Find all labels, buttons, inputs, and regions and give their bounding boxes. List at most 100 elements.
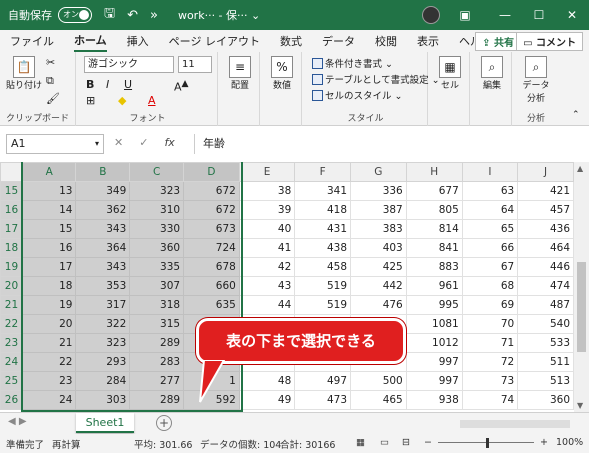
- cell[interactable]: 464: [517, 238, 574, 258]
- tab-file[interactable]: ファイル: [10, 31, 54, 51]
- cell-styles-button[interactable]: セルのスタイル ⌄: [312, 88, 403, 102]
- tab-view[interactable]: 表示: [417, 31, 439, 51]
- cell[interactable]: 13: [21, 181, 77, 201]
- cell[interactable]: 457: [517, 200, 574, 220]
- tab-formulas[interactable]: 数式: [280, 31, 302, 51]
- sheet-nav-icon[interactable]: ◀ ▶: [8, 416, 27, 427]
- cell[interactable]: 341: [294, 181, 351, 201]
- select-all-corner[interactable]: [0, 162, 23, 182]
- add-sheet-button[interactable]: +: [156, 415, 172, 431]
- cell[interactable]: 841: [405, 238, 463, 258]
- data-analysis-button[interactable]: ⌕ データ分析: [520, 56, 552, 104]
- name-box-dropdown-icon[interactable]: ▾: [95, 135, 99, 153]
- tab-data[interactable]: データ: [322, 31, 355, 51]
- scroll-up-icon[interactable]: ▲: [577, 164, 583, 173]
- cell[interactable]: 487: [517, 295, 574, 315]
- tab-insert[interactable]: 挿入: [127, 31, 149, 51]
- normal-view-icon[interactable]: ▦: [356, 437, 365, 448]
- cell[interactable]: 473: [294, 390, 351, 410]
- cell[interactable]: 660: [183, 276, 240, 296]
- scroll-down-icon[interactable]: ▼: [577, 401, 583, 410]
- name-box[interactable]: A1 ▾: [6, 134, 104, 154]
- cell[interactable]: 497: [294, 371, 351, 391]
- cell[interactable]: 71: [461, 333, 519, 353]
- font-grow-icon[interactable]: A▲: [174, 78, 189, 94]
- cell[interactable]: 500: [350, 371, 407, 391]
- cell[interactable]: 74: [461, 390, 519, 410]
- cell[interactable]: 19: [21, 295, 77, 315]
- copy-icon[interactable]: ⧉: [46, 74, 54, 88]
- column-header[interactable]: H: [405, 162, 463, 182]
- tab-home[interactable]: ホーム: [74, 30, 107, 52]
- cell[interactable]: 39: [238, 200, 296, 220]
- cell[interactable]: 938: [405, 390, 463, 410]
- row-header[interactable]: 24: [0, 352, 23, 372]
- document-title[interactable]: work··· - 保··· ⌄: [178, 7, 260, 23]
- cell[interactable]: 343: [75, 257, 131, 277]
- more-commands-icon[interactable]: »: [150, 8, 158, 23]
- row-header[interactable]: 23: [0, 333, 23, 353]
- tab-page-layout[interactable]: ページ レイアウト: [169, 31, 260, 51]
- cell[interactable]: 44: [238, 295, 296, 315]
- maximize-button[interactable]: ☐: [524, 0, 554, 30]
- minimize-button[interactable]: —: [490, 0, 520, 30]
- vertical-scrollbar[interactable]: ▲ ▼: [574, 162, 589, 412]
- cell[interactable]: 322: [75, 314, 131, 334]
- cell[interactable]: 364: [75, 238, 131, 258]
- cell[interactable]: 323: [75, 333, 131, 353]
- zoom-out-icon[interactable]: −: [424, 437, 432, 448]
- cell[interactable]: 293: [75, 352, 131, 372]
- column-header[interactable]: F: [294, 162, 351, 182]
- cell[interactable]: 330: [129, 219, 185, 239]
- cell[interactable]: 315: [129, 314, 185, 334]
- cell[interactable]: 474: [517, 276, 574, 296]
- row-header[interactable]: 20: [0, 276, 23, 296]
- cell[interactable]: 289: [129, 333, 185, 353]
- cell[interactable]: 1012: [405, 333, 463, 353]
- cell[interactable]: 1081: [405, 314, 463, 334]
- row-header[interactable]: 19: [0, 257, 23, 277]
- cell[interactable]: 360: [129, 238, 185, 258]
- cell[interactable]: 14: [21, 200, 77, 220]
- cell[interactable]: 318: [129, 295, 185, 315]
- cell[interactable]: 66: [461, 238, 519, 258]
- cell[interactable]: 961: [405, 276, 463, 296]
- cell[interactable]: 277: [129, 371, 185, 391]
- cell[interactable]: 425: [350, 257, 407, 277]
- cell[interactable]: 519: [294, 276, 351, 296]
- zoom-in-icon[interactable]: +: [540, 437, 548, 448]
- cell[interactable]: 362: [75, 200, 131, 220]
- cell[interactable]: 283: [129, 352, 185, 372]
- cancel-icon[interactable]: ✕: [114, 136, 123, 149]
- column-header[interactable]: C: [129, 162, 185, 182]
- font-name-select[interactable]: 游ゴシック: [84, 56, 174, 73]
- row-header[interactable]: 26: [0, 390, 23, 410]
- format-painter-icon[interactable]: 🖌: [46, 92, 60, 105]
- enter-icon[interactable]: ✓: [139, 136, 148, 149]
- worksheet-grid[interactable]: A B C D E F G H I J 15 13 349 323 672 38 341 33…: [0, 162, 574, 412]
- cell[interactable]: 458: [294, 257, 351, 277]
- cell[interactable]: 65: [461, 219, 519, 239]
- cell[interactable]: 335: [129, 257, 185, 277]
- formula-input[interactable]: 年齢: [194, 134, 584, 154]
- scroll-thumb[interactable]: [577, 262, 586, 352]
- cell[interactable]: 38: [238, 181, 296, 201]
- cell[interactable]: 383: [350, 219, 407, 239]
- column-header[interactable]: D: [183, 162, 240, 182]
- share-button[interactable]: ⇪ 共有: [475, 32, 521, 51]
- column-header[interactable]: A: [21, 162, 77, 182]
- cell[interactable]: 64: [461, 200, 519, 220]
- ribbon-display-icon[interactable]: ▣: [450, 0, 480, 30]
- page-layout-view-icon[interactable]: ▭: [380, 437, 389, 448]
- italic-button[interactable]: I: [106, 78, 109, 91]
- cell[interactable]: 997: [405, 352, 463, 372]
- row-header[interactable]: 22: [0, 314, 23, 334]
- cell[interactable]: 349: [75, 181, 131, 201]
- bold-button[interactable]: B: [86, 78, 94, 91]
- cell[interactable]: 17: [21, 257, 77, 277]
- comment-button[interactable]: ▭ コメント: [516, 32, 583, 51]
- cell[interactable]: 18: [21, 276, 77, 296]
- cell[interactable]: 323: [129, 181, 185, 201]
- alignment-button[interactable]: ≡ 配置: [226, 56, 254, 91]
- cell[interactable]: 303: [75, 390, 131, 410]
